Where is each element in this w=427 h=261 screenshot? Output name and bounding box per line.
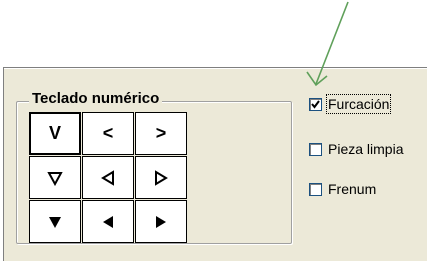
key-outline-down[interactable] bbox=[29, 156, 81, 199]
key-outline-left[interactable] bbox=[82, 156, 134, 199]
checkbox-label: Frenum bbox=[328, 181, 377, 197]
checkbox-label: Pieza limpia bbox=[328, 141, 404, 157]
checkbox-label: Furcación bbox=[325, 94, 392, 114]
checkbox-box[interactable] bbox=[309, 97, 322, 111]
key-less-than[interactable]: < bbox=[82, 112, 134, 155]
checkbox-box[interactable] bbox=[309, 142, 322, 156]
key-v-letter[interactable]: V bbox=[29, 112, 81, 155]
outline-triangle-down-icon bbox=[47, 171, 63, 186]
group-title: Teclado numérico bbox=[29, 90, 163, 108]
solid-triangle-down-icon bbox=[49, 216, 61, 228]
solid-triangle-left-icon bbox=[103, 215, 113, 228]
checkbox-furcacion[interactable]: Furcación bbox=[309, 94, 392, 114]
checkbox-box[interactable] bbox=[309, 182, 322, 196]
checkmark-icon bbox=[311, 99, 320, 109]
key-solid-right[interactable] bbox=[135, 200, 187, 243]
solid-triangle-right-icon bbox=[156, 215, 166, 228]
key-greater-than[interactable]: > bbox=[135, 112, 187, 155]
key-label: > bbox=[155, 123, 167, 143]
checkbox-frenum[interactable]: Frenum bbox=[309, 181, 376, 197]
checkbox-pieza-limpia[interactable]: Pieza limpia bbox=[309, 141, 403, 157]
key-solid-left[interactable] bbox=[82, 200, 134, 243]
panel-highlight bbox=[4, 68, 427, 69]
key-label: V bbox=[48, 123, 61, 143]
key-outline-right[interactable] bbox=[135, 156, 187, 199]
key-solid-down[interactable] bbox=[29, 200, 81, 243]
keypad-grid: V < > bbox=[29, 112, 187, 243]
outline-triangle-left-icon bbox=[101, 169, 114, 186]
outline-triangle-right-icon bbox=[155, 169, 168, 186]
key-label: < bbox=[102, 123, 114, 143]
